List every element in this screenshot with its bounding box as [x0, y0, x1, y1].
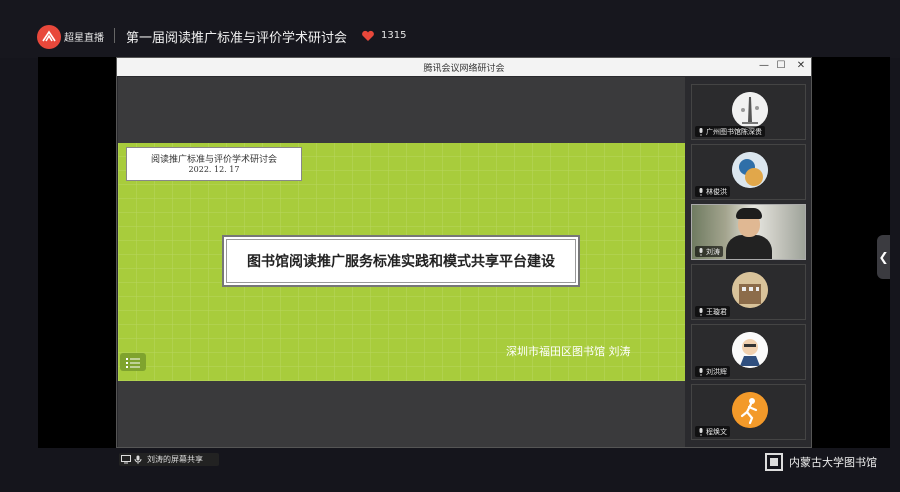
chaoxing-logo-icon [37, 25, 61, 49]
participant-tile[interactable]: 王璇君 [691, 264, 806, 320]
tower-avatar [732, 92, 768, 128]
live-stream-viewer: 超星直播 第一届阅读推广标准与评价学术研讨会 1315 腾讯会议网络研讨会 — … [0, 0, 900, 492]
heart-icon[interactable] [361, 30, 375, 42]
participant-name-tag: 广州图书馆陈深贵 [695, 126, 765, 137]
microphone-icon [699, 307, 703, 316]
brand-name: 超星直播 [64, 33, 104, 44]
top-bar: 超星直播 第一届阅读推广标准与评价学术研讨会 1315 [0, 0, 900, 58]
speaker-line: 深圳市福田区图书馆 刘涛 [506, 345, 631, 358]
participant-tile[interactable]: 林俊洪 [691, 144, 806, 200]
conference-name: 阅读推广标准与评价学术研讨会 [150, 155, 277, 165]
participant-name-tag: 王璇君 [695, 306, 730, 317]
conference-label: 阅读推广标准与评价学术研讨会 2022. 12. 17 [126, 147, 302, 181]
window-title: 腾讯会议网络研讨会 [423, 64, 505, 74]
microphone-icon [134, 455, 142, 464]
share-label-text: 刘涛的屏幕共享 [147, 455, 203, 464]
participant-name: 刘涛 [706, 247, 720, 256]
live-title: 第一届阅读推广标准与评价学术研讨会 [126, 31, 348, 46]
participant-tile[interactable]: 刘洪辉 [691, 324, 806, 380]
participant-name-tag: 刘涛 [695, 246, 723, 257]
person-hair [736, 208, 762, 219]
maximize-button[interactable]: ☐ [774, 60, 788, 71]
participant-name-tag: 林俊洪 [695, 186, 730, 197]
runner-avatar [732, 392, 768, 428]
presentation-slide: 阅读推广标准与评价学术研讨会 2022. 12. 17 图书馆阅读推广服务标准实… [118, 143, 685, 381]
participant-tile[interactable]: 程焕文 [691, 384, 806, 440]
microphone-icon [699, 127, 703, 136]
microphone-icon [699, 367, 703, 376]
window-titlebar: 腾讯会议网络研讨会 — ☐ ✕ [117, 58, 811, 76]
microphone-icon [699, 187, 703, 196]
cartoon-avatar [732, 332, 768, 368]
divider [114, 28, 115, 43]
chevron-left-icon[interactable]: ❮ [877, 235, 890, 279]
list-icon [126, 357, 140, 368]
participant-name-tag: 程焕文 [695, 426, 730, 437]
screen-share-label: 刘涛的屏幕共享 [119, 453, 219, 466]
participant-tile-active[interactable]: 刘涛 [691, 204, 806, 260]
organization-name: 内蒙古大学图书馆 [789, 456, 877, 469]
person-body [726, 235, 772, 259]
meeting-window: 腾讯会议网络研讨会 — ☐ ✕ 阅读推广标准与评价学术研讨会 2022. 12.… [116, 57, 812, 466]
talk-title-box: 图书馆阅读推广服务标准实践和模式共享平台建设 [222, 235, 580, 287]
talk-title: 图书馆阅读推广服务标准实践和模式共享平台建设 [247, 254, 555, 270]
participant-name: 王璇君 [706, 307, 727, 316]
organization-watermark: 内蒙古大学图书馆 [765, 453, 877, 471]
like-count: 1315 [381, 30, 407, 41]
participant-tile[interactable]: 广州图书馆陈深贵 [691, 84, 806, 140]
participant-name: 程焕文 [706, 427, 727, 436]
participant-name-tag: 刘洪辉 [695, 366, 730, 377]
screen-icon [121, 455, 131, 464]
conference-date: 2022. 12. 17 [188, 165, 240, 174]
screen-share-area: 阅读推广标准与评价学术研讨会 2022. 12. 17 图书馆阅读推广服务标准实… [118, 77, 685, 466]
participant-name: 林俊洪 [706, 187, 727, 196]
qr-code-icon [765, 453, 783, 471]
close-button[interactable]: ✕ [794, 60, 808, 71]
building-avatar [732, 272, 768, 308]
participant-name: 广州图书馆陈深贵 [706, 127, 762, 136]
participant-name: 刘洪辉 [706, 367, 727, 376]
slide-menu-button[interactable] [120, 353, 146, 371]
planet-avatar [732, 152, 768, 188]
microphone-icon [699, 247, 703, 256]
minimize-button[interactable]: — [757, 60, 771, 71]
microphone-icon [699, 427, 703, 436]
